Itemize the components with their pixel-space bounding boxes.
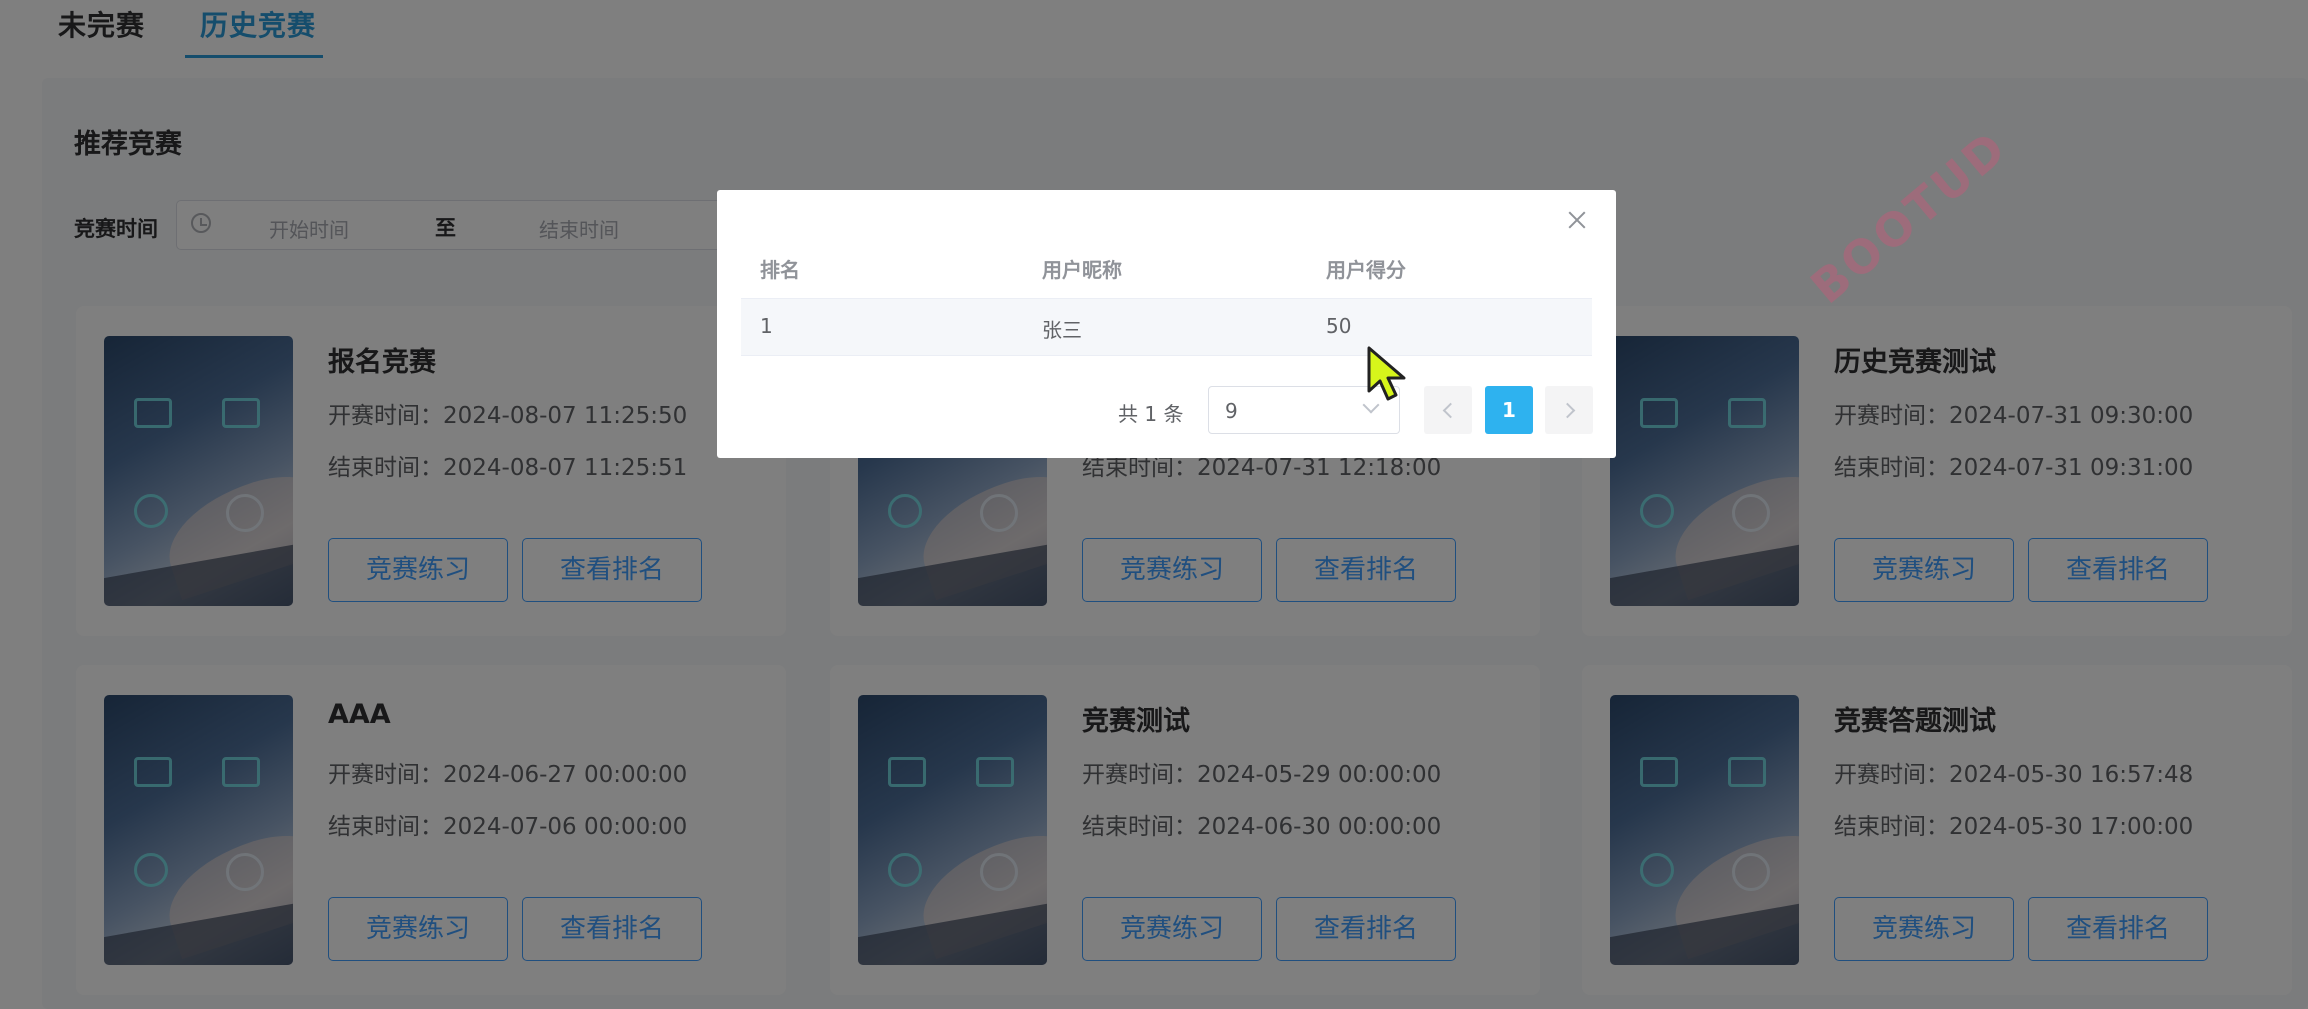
pagination-total: 共 1 条: [1118, 402, 1184, 426]
ranking-dialog: 排名 用户昵称 用户得分 1 张三 50 共 1 条 9 1: [717, 190, 1616, 458]
page-size-value: 9: [1225, 399, 1238, 423]
close-icon[interactable]: [1565, 208, 1589, 232]
cell-score: 50: [1326, 314, 1352, 338]
column-header-score[interactable]: 用户得分: [1326, 254, 1406, 283]
table-row[interactable]: [741, 298, 1592, 356]
cell-nickname: 张三: [1042, 318, 1082, 342]
mouse-cursor-icon: [1367, 346, 1406, 401]
next-page-button[interactable]: [1545, 386, 1593, 434]
prev-page-button[interactable]: [1424, 386, 1472, 434]
cell-rank: 1: [760, 314, 773, 338]
column-header-rank[interactable]: 排名: [760, 254, 800, 283]
column-header-nickname[interactable]: 用户昵称: [1042, 254, 1122, 283]
page-number-current[interactable]: 1: [1485, 386, 1533, 434]
